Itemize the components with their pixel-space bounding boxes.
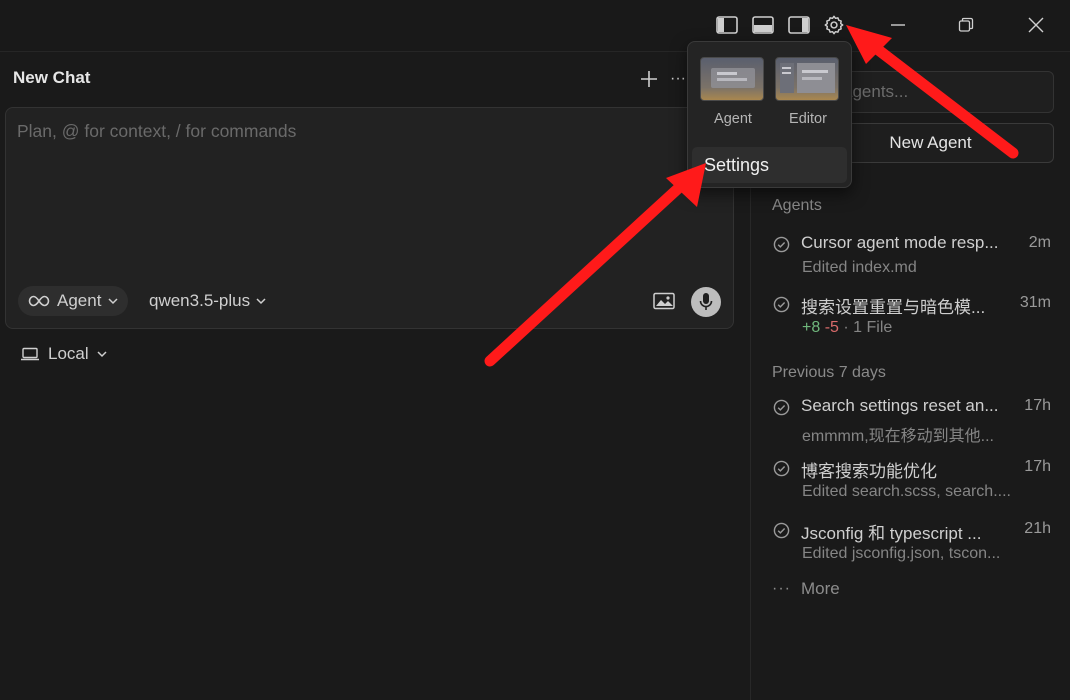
agent-title: 博客搜索功能优化 — [801, 462, 937, 481]
agent-subtitle: Edited jsconfig.json, tscon... — [802, 545, 1001, 562]
agent-subtitle: Edited index.md — [802, 259, 917, 276]
agent-item[interactable]: Search settings reset an... 17h emmmm,现在… — [771, 396, 1057, 448]
agent-title: Search settings reset an... — [801, 396, 999, 415]
files-changed: · 1 File — [843, 319, 893, 336]
gear-icon — [824, 15, 844, 35]
image-icon — [653, 292, 675, 310]
toggle-bottom-panel-button[interactable] — [750, 12, 776, 38]
chat-title: New Chat — [13, 68, 91, 87]
close-button[interactable] — [1016, 10, 1056, 40]
agent-time: 2m — [1028, 234, 1051, 251]
chat-input[interactable] — [17, 121, 717, 271]
agent-time: 31m — [1019, 294, 1051, 311]
agent-diff-summary: +8 -5 · 1 File — [802, 319, 1022, 337]
check-circle-icon — [773, 522, 790, 539]
agent-subtitle: emmmm,现在移动到其他... — [802, 428, 994, 445]
editor-layout-thumbnail — [775, 57, 839, 101]
left-sidebar-icon — [716, 16, 738, 34]
title-bar — [0, 0, 1070, 52]
laptop-icon — [21, 347, 39, 361]
model-selector[interactable]: qwen3.5-plus — [149, 286, 266, 316]
agent-time: 21h — [1024, 520, 1051, 537]
agent-item[interactable]: Jsconfig 和 typescript ... 21h Edited jsc… — [771, 519, 1057, 571]
restore-icon — [958, 17, 974, 32]
layout-popup-menu: Agent Editor Settings — [687, 41, 852, 188]
voice-input-button[interactable] — [691, 287, 721, 317]
restore-button[interactable] — [946, 10, 986, 40]
close-icon — [1028, 17, 1044, 33]
agent-item[interactable]: 搜索设置重置与暗色模... 31m +8 -5 · 1 File — [771, 293, 1057, 345]
agent-item[interactable]: Cursor agent mode resp... 2m Edited inde… — [771, 233, 1057, 285]
settings-menu-item[interactable]: Settings — [692, 147, 847, 183]
microphone-icon — [699, 293, 713, 310]
right-sidebar-icon — [788, 16, 810, 34]
chevron-down-icon — [108, 298, 118, 305]
layout-option-label: Agent — [714, 111, 752, 127]
check-circle-icon — [773, 399, 790, 416]
chevron-down-icon — [97, 351, 107, 358]
mode-selector[interactable]: Agent — [18, 286, 129, 316]
more-agents-button[interactable]: ··· More — [772, 579, 840, 599]
chat-composer: Agent qwen3.5-plus — [5, 107, 734, 329]
agent-title: 搜索设置重置与暗色模... — [801, 298, 986, 317]
toggle-left-sidebar-button[interactable] — [714, 12, 740, 38]
agent-layout-thumbnail — [700, 57, 764, 101]
agent-time: 17h — [1024, 397, 1051, 414]
location-label: Local — [48, 344, 89, 363]
agent-title: Cursor agent mode resp... — [801, 233, 999, 252]
layout-option-editor[interactable]: Editor — [775, 57, 841, 127]
layout-option-agent[interactable]: Agent — [700, 57, 766, 127]
bottom-panel-icon — [752, 16, 774, 34]
agent-time: 17h — [1024, 458, 1051, 475]
model-label: qwen3.5-plus — [149, 291, 251, 310]
agent-title: Jsconfig 和 typescript ... — [801, 524, 982, 543]
check-circle-icon — [773, 296, 790, 313]
ellipsis-icon: ··· — [772, 580, 791, 597]
plus-icon — [641, 71, 657, 87]
agent-item[interactable]: 博客搜索功能优化 17h Edited search.scss, search.… — [771, 457, 1057, 509]
check-circle-icon — [773, 460, 790, 477]
previous-section-label: Previous 7 days — [772, 364, 886, 381]
settings-gear-button[interactable] — [821, 12, 847, 38]
lines-removed: -5 — [824, 319, 839, 336]
layout-option-label: Editor — [789, 111, 827, 127]
chevron-down-icon — [256, 298, 266, 305]
new-chat-button[interactable] — [636, 66, 662, 92]
check-circle-icon — [773, 236, 790, 253]
minimize-button[interactable] — [878, 10, 918, 40]
lines-added: +8 — [802, 319, 821, 336]
toggle-right-sidebar-button[interactable] — [786, 12, 812, 38]
agents-section-label: Agents — [772, 197, 822, 214]
attach-image-button[interactable] — [652, 289, 676, 313]
minimize-icon — [891, 24, 905, 26]
location-selector[interactable]: Local — [20, 342, 107, 366]
mode-label: Agent — [57, 291, 102, 310]
more-label: More — [800, 579, 840, 598]
agent-subtitle: Edited search.scss, search.... — [802, 483, 1011, 500]
infinity-icon — [28, 295, 50, 307]
